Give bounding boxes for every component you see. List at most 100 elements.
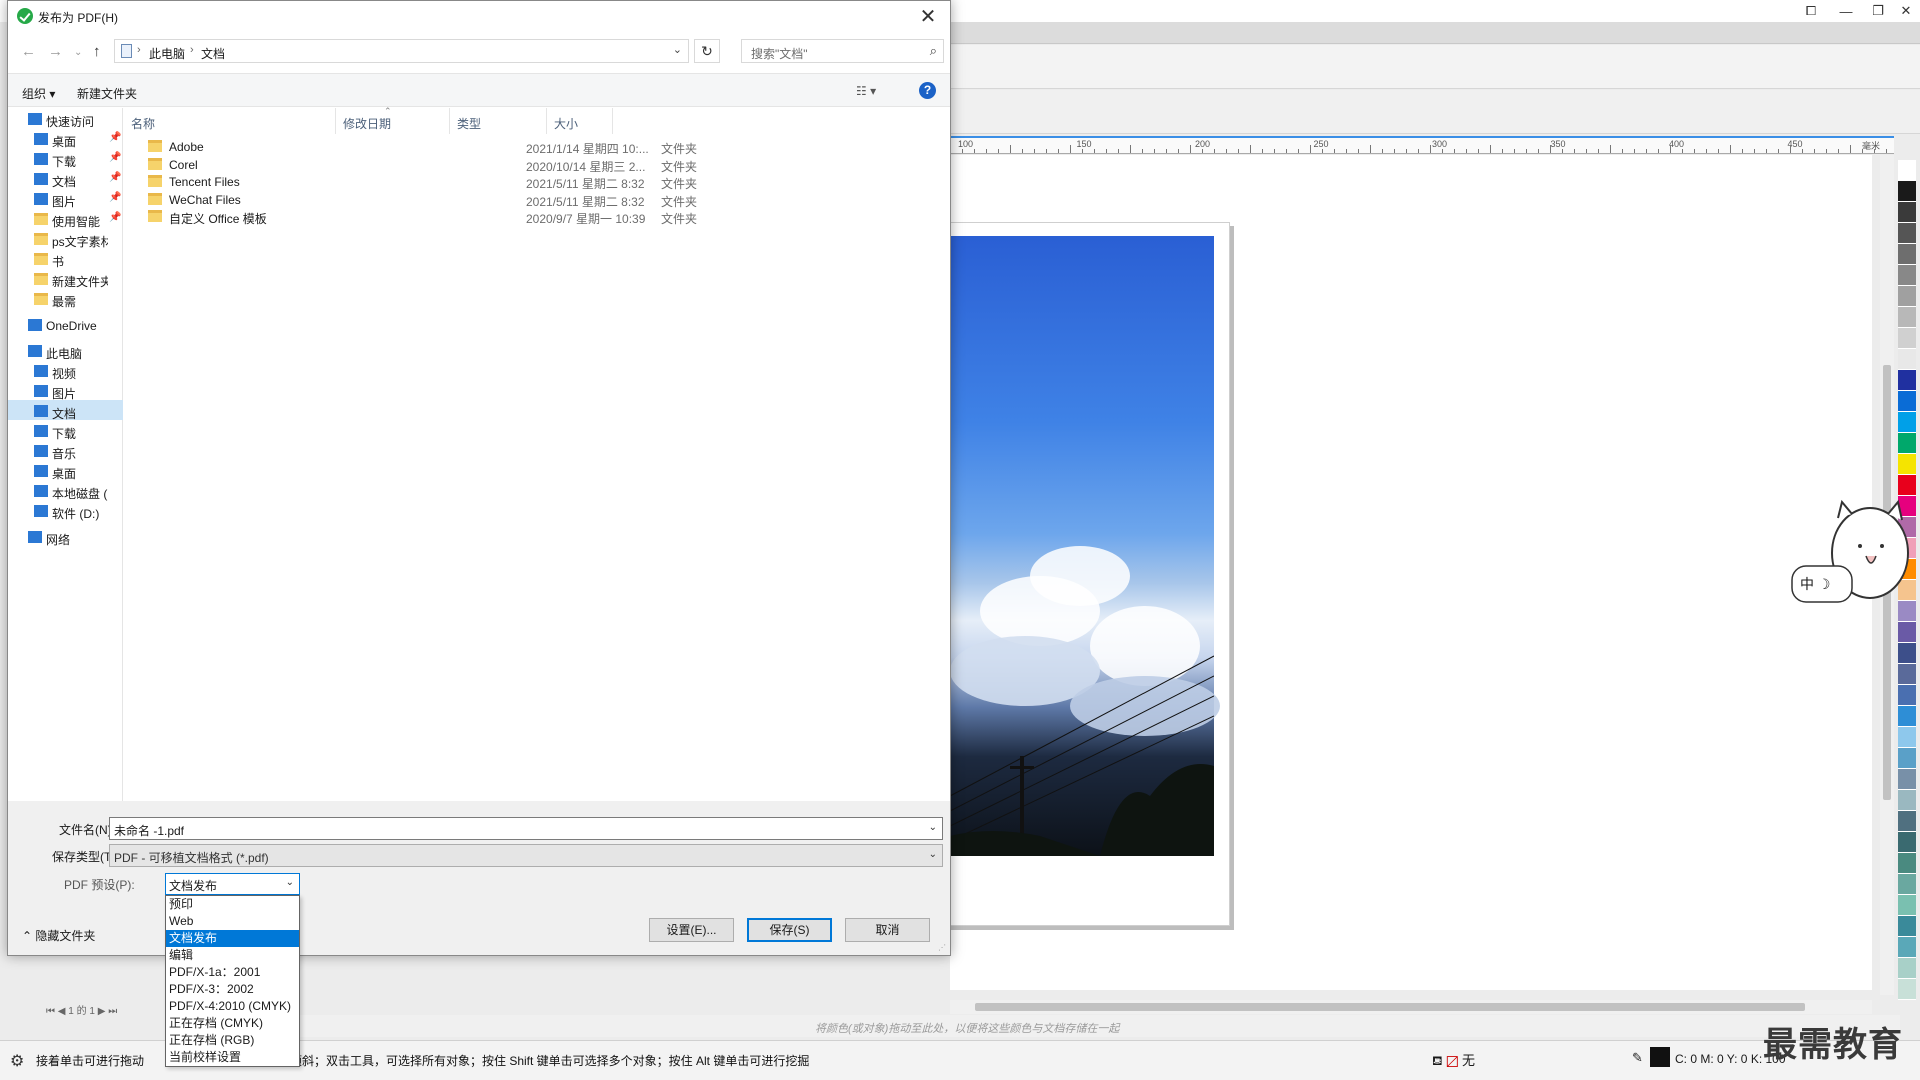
palette-swatch[interactable]: [1898, 937, 1916, 958]
nav-item[interactable]: 图片 📌: [8, 188, 123, 209]
nav-item[interactable]: 快速访问: [8, 108, 123, 129]
back-arrow-icon[interactable]: ←: [21, 43, 36, 60]
hide-folders-toggle[interactable]: ⌃ 隐藏文件夹: [22, 927, 95, 944]
file-row[interactable]: 自定义 Office 模板 2020/9/7 星期一 10:39 文件夹: [124, 206, 951, 227]
palette-swatch[interactable]: [1898, 412, 1916, 433]
palette-swatch[interactable]: [1898, 853, 1916, 874]
nav-item[interactable]: 使用智能 📌: [8, 208, 123, 229]
close-icon[interactable]: ✕: [1890, 0, 1920, 22]
nav-item[interactable]: ps文字素材: [8, 228, 123, 249]
pdf-preset-select[interactable]: 文档发布 ⌄: [165, 873, 300, 895]
minimize-icon[interactable]: —: [1830, 0, 1862, 22]
help-icon[interactable]: ?: [919, 82, 936, 99]
preset-option[interactable]: PDF/X-1a：2001: [166, 964, 299, 981]
up-arrow-icon[interactable]: ↑: [93, 43, 101, 60]
palette-swatch[interactable]: [1898, 958, 1916, 979]
settings-button[interactable]: 设置(E)...: [649, 918, 734, 942]
filename-input[interactable]: 未命名 -1.pdf ⌄: [109, 817, 943, 840]
recent-dropdown-icon[interactable]: ⌄: [74, 47, 82, 58]
column-header-name[interactable]: 名称: [124, 108, 336, 134]
palette-swatch[interactable]: [1898, 181, 1916, 202]
search-icon[interactable]: ⌕: [930, 43, 937, 59]
palette-swatch[interactable]: [1898, 160, 1916, 181]
gear-icon[interactable]: ⚙: [10, 1051, 24, 1071]
first-page-icon[interactable]: ⏮ ◀: [46, 1006, 65, 1017]
chevron-down-icon[interactable]: ⌄: [929, 849, 937, 860]
horizontal-scrollbar[interactable]: [950, 1000, 1872, 1014]
nav-item[interactable]: 桌面 📌: [8, 128, 123, 149]
nav-item[interactable]: 此电脑: [8, 340, 123, 361]
nav-item[interactable]: 下载: [8, 420, 123, 441]
view-options-icon[interactable]: ☷ ▾: [856, 84, 876, 98]
breadcrumb-documents[interactable]: 文档: [201, 45, 225, 62]
palette-swatch[interactable]: [1898, 790, 1916, 811]
nav-item[interactable]: OneDrive: [8, 314, 123, 334]
nav-item[interactable]: 图片: [8, 380, 123, 401]
palette-swatch[interactable]: [1898, 370, 1916, 391]
forward-arrow-icon[interactable]: →: [48, 43, 63, 60]
palette-swatch[interactable]: [1898, 265, 1916, 286]
palette-swatch[interactable]: [1898, 286, 1916, 307]
breadcrumb-this-pc[interactable]: 此电脑: [149, 45, 185, 62]
nav-item[interactable]: 本地磁盘 (C:): [8, 480, 123, 501]
chevron-down-icon[interactable]: ⌄: [286, 877, 294, 888]
palette-swatch[interactable]: [1898, 328, 1916, 349]
preset-option[interactable]: 正在存档 (CMYK): [166, 1015, 299, 1032]
nav-item[interactable]: 软件 (D:): [8, 500, 123, 521]
palette-swatch[interactable]: [1898, 244, 1916, 265]
next-page-icon[interactable]: ▶ ⏭: [98, 1006, 117, 1017]
chevron-down-icon[interactable]: ⌄: [673, 43, 682, 56]
palette-swatch[interactable]: [1898, 874, 1916, 895]
outline-color-swatch[interactable]: [1650, 1047, 1670, 1067]
scrollbar-thumb[interactable]: [975, 1003, 1805, 1011]
palette-swatch[interactable]: [1898, 622, 1916, 643]
column-header-type[interactable]: 类型: [450, 108, 547, 134]
new-folder-button[interactable]: 新建文件夹: [77, 85, 137, 102]
palette-swatch[interactable]: [1898, 202, 1916, 223]
nav-item[interactable]: 书: [8, 248, 123, 269]
preset-option[interactable]: Web: [166, 913, 299, 930]
preset-option[interactable]: 文档发布: [166, 930, 299, 947]
palette-swatch[interactable]: [1898, 916, 1916, 937]
preset-option[interactable]: 正在存档 (RGB): [166, 1032, 299, 1049]
nav-item[interactable]: 桌面: [8, 460, 123, 481]
refresh-icon[interactable]: ↻: [694, 39, 720, 63]
palette-swatch[interactable]: [1898, 895, 1916, 916]
column-header-date[interactable]: 修改日期: [336, 108, 450, 134]
palette-swatch[interactable]: [1898, 685, 1916, 706]
palette-swatch[interactable]: [1898, 454, 1916, 475]
sky-photo[interactable]: [950, 236, 1220, 856]
preset-option[interactable]: 编辑: [166, 947, 299, 964]
preset-option[interactable]: 预印: [166, 896, 299, 913]
resize-grip-icon[interactable]: ⋰: [938, 943, 946, 952]
save-button[interactable]: 保存(S): [747, 918, 832, 942]
nav-item[interactable]: 视频: [8, 360, 123, 381]
nav-item[interactable]: 文档 📌: [8, 168, 123, 189]
savetype-select[interactable]: PDF - 可移植文档格式 (*.pdf) ⌄: [109, 844, 943, 867]
nav-item[interactable]: 网络: [8, 526, 123, 547]
palette-swatch[interactable]: [1898, 433, 1916, 454]
preset-option[interactable]: PDF/X-3：2002: [166, 981, 299, 998]
restore-down-icon[interactable]: ⧠: [1795, 0, 1827, 22]
preset-option[interactable]: PDF/X-4:2010 (CMYK): [166, 998, 299, 1015]
palette-swatch[interactable]: [1898, 307, 1916, 328]
fill-indicator[interactable]: ⛾ ⧄ 无: [1432, 1050, 1475, 1071]
chevron-down-icon[interactable]: ⌄: [929, 822, 937, 833]
palette-swatch[interactable]: [1898, 832, 1916, 853]
palette-swatch[interactable]: [1898, 748, 1916, 769]
palette-swatch[interactable]: [1898, 769, 1916, 790]
palette-swatch[interactable]: [1898, 979, 1916, 1000]
palette-swatch[interactable]: [1898, 223, 1916, 244]
address-bar[interactable]: › 此电脑 › 文档 ⌄: [114, 39, 689, 63]
palette-swatch[interactable]: [1898, 349, 1916, 370]
cancel-button[interactable]: 取消: [845, 918, 930, 942]
palette-swatch[interactable]: [1898, 706, 1916, 727]
nav-item[interactable]: 下载 📌: [8, 148, 123, 169]
column-header-size[interactable]: 大小: [547, 108, 613, 134]
palette-swatch[interactable]: [1898, 664, 1916, 685]
palette-swatch[interactable]: [1898, 643, 1916, 664]
nav-item[interactable]: 新建文件夹: [8, 268, 123, 289]
palette-swatch[interactable]: [1898, 391, 1916, 412]
palette-swatch[interactable]: [1898, 475, 1916, 496]
palette-swatch[interactable]: [1898, 727, 1916, 748]
